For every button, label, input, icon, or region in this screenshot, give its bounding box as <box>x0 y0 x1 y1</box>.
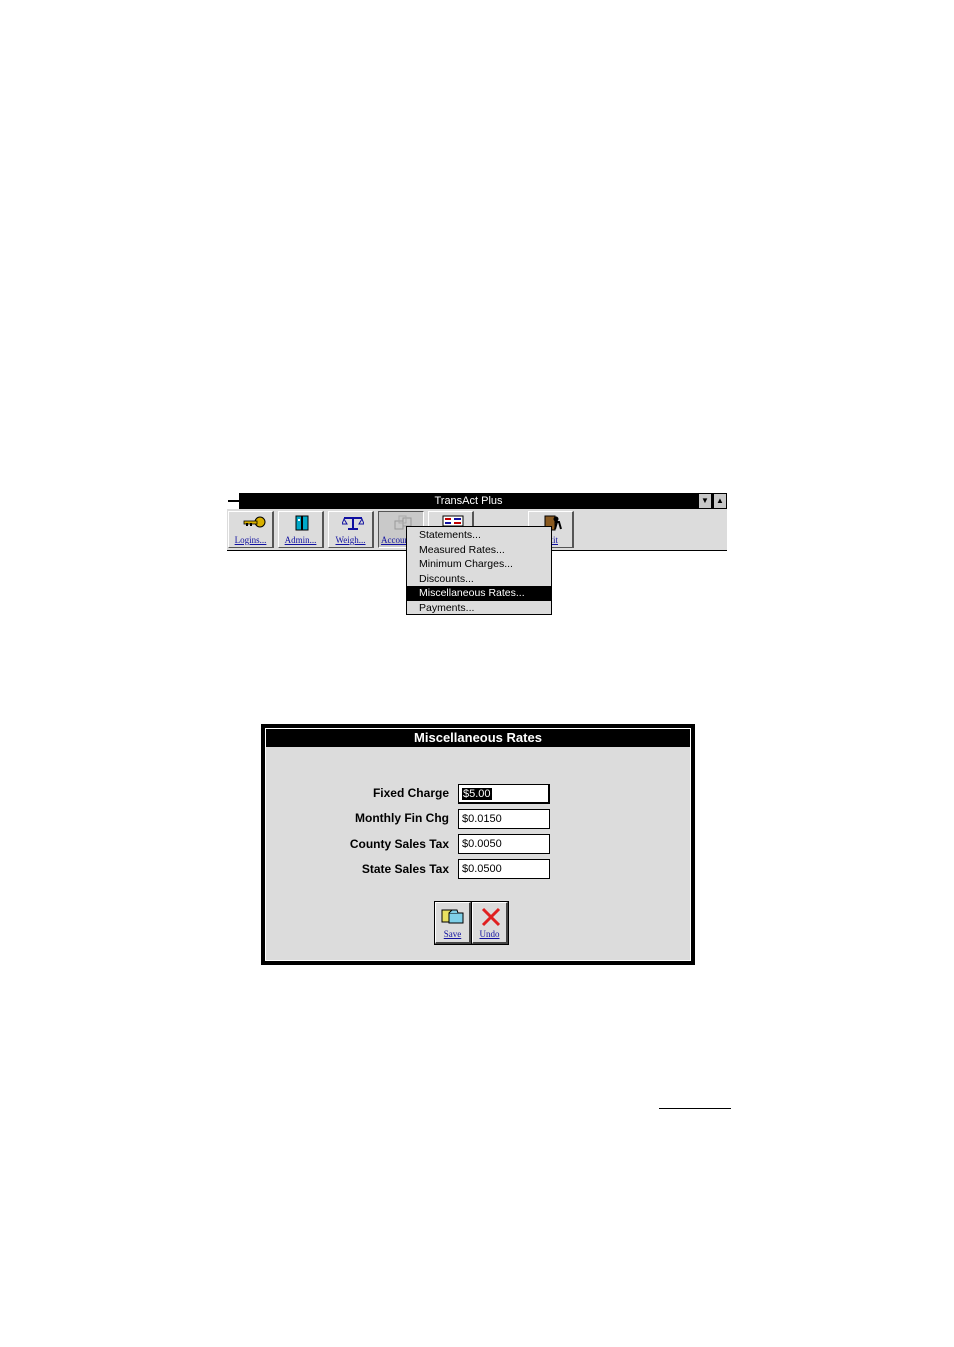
fixed-charge-field[interactable]: $5.00 <box>458 784 550 804</box>
menu-item-discounts[interactable]: Discounts... <box>407 572 551 587</box>
county-sales-tax-field[interactable]: $0.0050 <box>458 834 550 854</box>
title-bar: TransAct Plus ▼ ▲ <box>227 493 727 509</box>
dash-icon <box>228 500 239 502</box>
book-icon <box>292 515 312 531</box>
undo-button[interactable]: Undo <box>471 901 509 945</box>
menu-item-minimum-charges[interactable]: Minimum Charges... <box>407 557 551 572</box>
county-sales-tax-label: County Sales Tax <box>349 837 449 851</box>
menu-item-miscellaneous-rates[interactable]: Miscellaneous Rates... <box>407 586 551 601</box>
admin-label: Admin... <box>284 535 317 545</box>
save-label: Save <box>443 929 462 939</box>
menu-item-payments[interactable]: Payments... <box>407 601 551 616</box>
accounts-menu: Statements... Measured Rates... Minimum … <box>406 526 552 615</box>
menu-item-measured-rates[interactable]: Measured Rates... <box>407 543 551 558</box>
key-icon <box>242 515 266 531</box>
dialog-title: Miscellaneous Rates <box>266 729 690 747</box>
fixed-charge-label: Fixed Charge <box>372 786 449 800</box>
logins-label: Logins... <box>234 535 267 545</box>
miscellaneous-rates-dialog: Miscellaneous Rates Fixed Charge $5.00 M… <box>261 724 695 965</box>
minimize-button[interactable]: ▼ <box>698 493 712 509</box>
menu-item-statements[interactable]: Statements... <box>407 528 551 543</box>
save-button[interactable]: Save <box>434 901 472 945</box>
scale-icon <box>341 515 365 531</box>
divider-line <box>659 1108 731 1109</box>
logins-button[interactable]: Logins... <box>228 511 274 548</box>
undo-label: Undo <box>479 929 500 939</box>
state-sales-tax-field[interactable]: $0.0500 <box>458 859 550 879</box>
state-sales-tax-label: State Sales Tax <box>361 862 449 876</box>
admin-button[interactable]: Admin... <box>278 511 324 548</box>
system-menu-button[interactable] <box>227 493 240 509</box>
window-title: TransAct Plus <box>434 495 503 507</box>
maximize-button[interactable]: ▲ <box>713 493 727 509</box>
weigh-button[interactable]: Weigh... <box>328 511 374 548</box>
weigh-label: Weigh... <box>335 535 366 545</box>
folder-icon <box>441 907 465 930</box>
monthly-fin-chg-field[interactable]: $0.0150 <box>458 809 550 829</box>
monthly-fin-chg-label: Monthly Fin Chg <box>355 811 449 825</box>
